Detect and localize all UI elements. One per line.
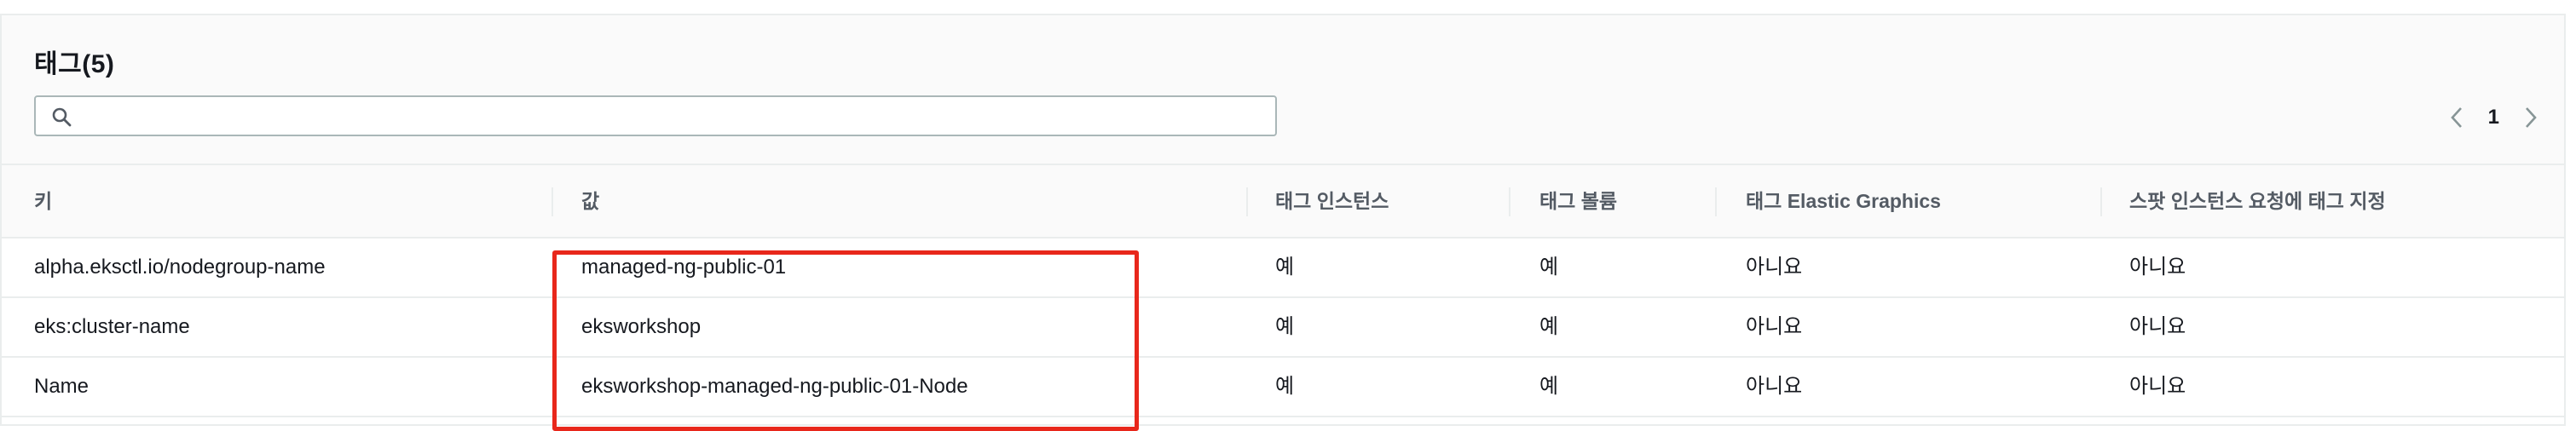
tag-instances-cell: 예: [1275, 315, 1295, 338]
table-header: 키 값 태그 인스턴스 태그 볼륨 태그 Elastic Graphics 스팟…: [2, 165, 2564, 238]
tag-key-cell: alpha.eksctl.io/nodegroup-name: [34, 256, 326, 279]
tag-spot-requests-cell: 아니요: [2129, 375, 2186, 398]
table-row: Name eksworkshop-managed-ng-public-01-No…: [2, 358, 2564, 417]
panel-title: 태그(5): [34, 50, 115, 78]
tag-value-cell: eksworkshop-managed-ng-public-01-Node: [581, 375, 968, 398]
tag-key-cell: Name: [34, 375, 90, 398]
column-header-value[interactable]: 값: [581, 165, 599, 237]
column-header-key[interactable]: 키: [34, 165, 52, 237]
pagination: 1: [2447, 104, 2540, 131]
tag-elastic-graphics-cell: 아니요: [1746, 315, 1803, 338]
table-row: eks:cluster-name eksworkshop 예 예 아니요 아니요: [2, 298, 2564, 358]
column-header-tag-elastic-graphics[interactable]: 태그 Elastic Graphics: [1746, 165, 1941, 237]
panel-header: 태그(5) 1: [2, 15, 2564, 165]
tag-spot-requests-cell: 아니요: [2129, 315, 2186, 338]
tag-volumes-cell: 예: [1539, 315, 1559, 338]
tag-volumes-cell: 예: [1539, 256, 1559, 279]
tag-elastic-graphics-cell: 아니요: [1746, 256, 1803, 279]
column-divider[interactable]: [1246, 187, 1248, 216]
tag-instances-cell: 예: [1275, 256, 1295, 279]
search-icon: [52, 107, 72, 127]
tag-volumes-cell: 예: [1539, 375, 1559, 398]
column-header-tag-instances[interactable]: 태그 인스턴스: [1275, 165, 1389, 237]
tag-spot-requests-cell: 아니요: [2129, 256, 2186, 279]
tag-value-cell: eksworkshop: [581, 315, 702, 338]
column-header-tag-spot-requests[interactable]: 스팟 인스턴스 요청에 태그 지정: [2129, 165, 2386, 237]
chevron-left-icon[interactable]: [2447, 105, 2466, 130]
column-divider[interactable]: [2100, 187, 2102, 216]
tag-instances-cell: 예: [1275, 375, 1295, 398]
tag-elastic-graphics-cell: 아니요: [1746, 375, 1803, 398]
chevron-right-icon[interactable]: [2521, 105, 2540, 130]
column-divider[interactable]: [1509, 187, 1510, 216]
column-divider[interactable]: [552, 187, 553, 216]
table-row: alpha.eksctl.io/nodegroup-name managed-n…: [2, 238, 2564, 298]
tag-key-cell: eks:cluster-name: [34, 315, 190, 338]
column-divider[interactable]: [1715, 187, 1717, 216]
tag-value-cell: managed-ng-public-01: [581, 256, 787, 279]
current-page-number[interactable]: 1: [2488, 106, 2499, 129]
search-box[interactable]: [34, 95, 1277, 136]
search-input[interactable]: [84, 102, 1263, 131]
tags-panel: 태그(5) 1 키 값 태그 인스턴스 태그 볼륨 태그 Elastic Gra: [0, 14, 2566, 431]
column-header-tag-volumes[interactable]: 태그 볼륨: [1539, 165, 1617, 237]
